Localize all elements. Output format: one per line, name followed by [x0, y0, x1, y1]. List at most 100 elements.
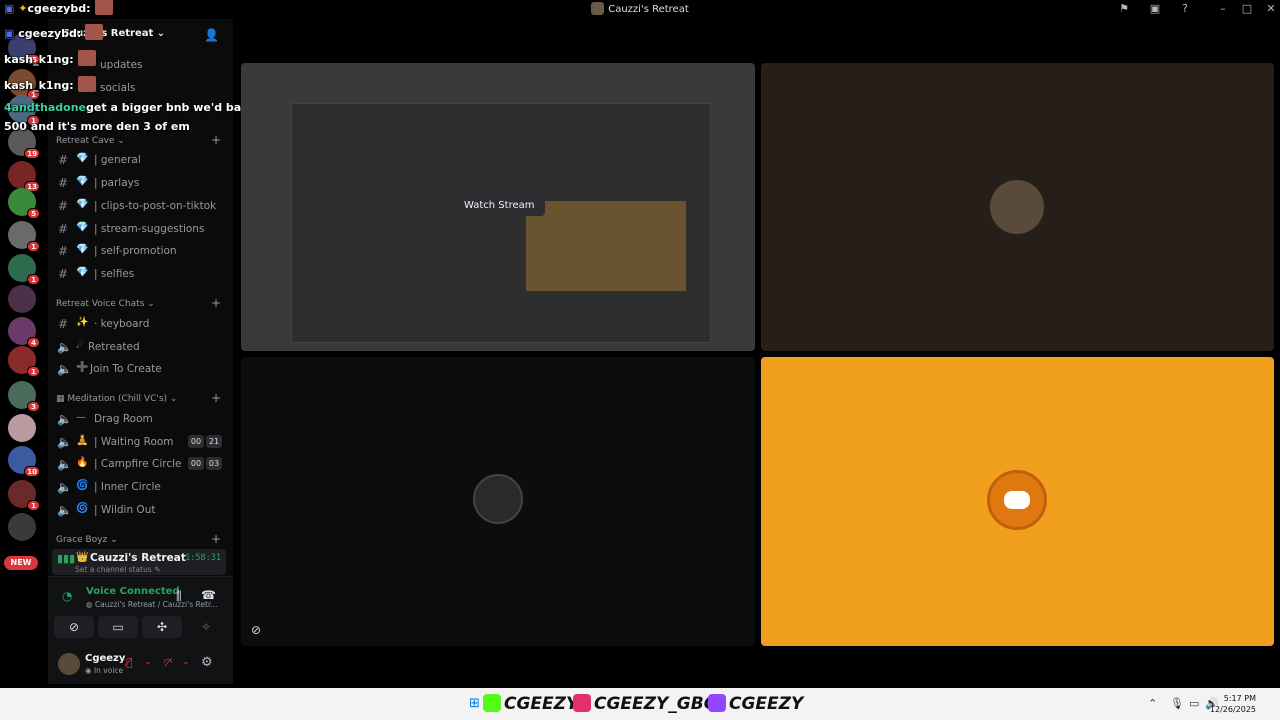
- network-icon[interactable]: ▭: [1189, 697, 1199, 710]
- channel-emoji: 💎: [76, 153, 89, 164]
- add-channel-icon[interactable]: +: [211, 296, 221, 310]
- mention-badge: 5: [27, 208, 40, 219]
- inbox-icon[interactable]: ▣: [1146, 1, 1164, 17]
- server-icon[interactable]: 1: [8, 346, 40, 377]
- gear-icon[interactable]: ⚙: [201, 655, 213, 670]
- channel-emoji: ☄: [76, 340, 85, 351]
- overlay-message: 500 and it's more den 3 of em: [4, 120, 190, 133]
- category-retreat-voice-chats[interactable]: Retreat Voice Chats ⌄: [56, 299, 155, 309]
- avatar[interactable]: [58, 653, 80, 675]
- channel-emoji: 🔥: [76, 457, 89, 468]
- participant-tile[interactable]: [761, 63, 1274, 351]
- channel-item-parlays[interactable]: # 💎 | parlays: [54, 173, 226, 193]
- help-icon[interactable]: ?: [1176, 1, 1194, 17]
- system-clock[interactable]: 5:17 PM 12/26/2025: [1210, 693, 1256, 715]
- chevron-down-icon: ⌄: [117, 136, 125, 146]
- voice-location-text: Cauzzi's Retreat / Cauzzi's Retr...: [94, 600, 218, 609]
- channel-name: Join To Create: [90, 363, 162, 375]
- chevron-down-icon: ⌄: [169, 394, 178, 404]
- mic-muted-icon[interactable]: 🎙̸: [126, 656, 133, 669]
- camera-off-button[interactable]: ⊘: [54, 616, 94, 638]
- server-icon[interactable]: 3: [8, 381, 40, 412]
- server-icon[interactable]: 1: [8, 254, 40, 285]
- close-icon[interactable]: ✕: [1262, 1, 1280, 17]
- noise-suppression-icon[interactable]: ⫼: [176, 589, 182, 604]
- channel-item-drag-room[interactable]: 🔈 — Drag Room: [54, 409, 226, 429]
- overlay-image: [94, 0, 113, 15]
- mention-badge: 3: [27, 401, 40, 412]
- participant-avatar: [987, 470, 1047, 530]
- server-icon[interactable]: 1: [8, 221, 40, 252]
- flag-icon[interactable]: ⚑: [1115, 1, 1133, 17]
- stream-tile[interactable]: Watch Stream: [241, 63, 755, 351]
- invite-people-icon[interactable]: 👤: [204, 28, 219, 42]
- channel-item-selfies[interactable]: # 💎 | selfies: [54, 264, 226, 284]
- participant-tile[interactable]: ⊘: [241, 357, 755, 646]
- add-channel-icon[interactable]: +: [211, 532, 221, 546]
- server-icon[interactable]: [8, 513, 36, 541]
- headphones-muted-icon[interactable]: ◠̸: [163, 656, 173, 669]
- server-icon[interactable]: [8, 414, 36, 442]
- chevron-down-icon[interactable]: ⌄: [144, 657, 152, 667]
- overlay-image: [77, 50, 96, 66]
- server-icon[interactable]: 1: [8, 480, 40, 511]
- username: Cgeezy: [85, 653, 126, 664]
- server-icon[interactable]: 4: [8, 317, 40, 348]
- add-channel-icon[interactable]: +: [211, 133, 221, 147]
- mention-badge: 1: [27, 241, 40, 252]
- channel-status[interactable]: Set a channel status ✎: [75, 565, 160, 574]
- category-retreat-cave[interactable]: Retreat Cave ⌄: [56, 136, 125, 146]
- voice-location[interactable]: ◍ Cauzzi's Retreat / Cauzzi's Retr...: [86, 600, 218, 609]
- category-meditation[interactable]: ▦ Meditation (Chill VC's) ⌄: [56, 394, 177, 404]
- channel-item-inner-circle[interactable]: 🔈 🌀 | Inner Circle: [54, 477, 226, 497]
- channel-item-stream-suggestions[interactable]: # 💎 | stream-suggestions: [54, 219, 226, 239]
- channel-item-cauzzis-retreat[interactable]: ▮▮▮ 👑 Cauzzi's Retreat Set a channel sta…: [52, 549, 226, 575]
- mention-badge: 1: [27, 274, 40, 285]
- activities-button[interactable]: ✣: [142, 616, 182, 638]
- chevron-up-icon[interactable]: ⌃: [1148, 697, 1157, 710]
- category-grace-boyz[interactable]: Grace Boyz ⌄: [56, 535, 118, 545]
- screen-share-button[interactable]: ▭: [98, 616, 138, 638]
- minimize-icon[interactable]: –: [1214, 1, 1232, 17]
- add-channel-icon[interactable]: +: [211, 391, 221, 405]
- overlay-text: 500 and it's more den 3 of em: [4, 120, 190, 133]
- channel-name: | stream-suggestions: [94, 223, 205, 235]
- hash-icon: #: [57, 222, 69, 236]
- channel-item-self-promotion[interactable]: # 💎 | self-promotion: [54, 241, 226, 261]
- voice-timer: 1:58:31: [185, 553, 221, 563]
- server-icon[interactable]: 10: [8, 446, 40, 477]
- user-status-text: In voice: [93, 666, 124, 675]
- window-title-text: Cauzzi's Retreat: [608, 4, 689, 15]
- speaker-icon: 🔈: [57, 480, 72, 494]
- channel-item-wildin-out[interactable]: 🔈 🌀 | Wildin Out: [54, 500, 226, 520]
- voice-panel: ◔ Voice Connected ◍ Cauzzi's Retreat / C…: [48, 576, 233, 684]
- server-icon[interactable]: 13: [8, 161, 40, 192]
- instagram-tag: CGEEZY_GBC: [573, 694, 716, 714]
- channel-item-general[interactable]: # 💎 | general: [54, 150, 226, 170]
- channel-item-clips[interactable]: # 💎 | clips-to-post-on-tiktok: [54, 196, 226, 216]
- server-icon[interactable]: [8, 285, 36, 313]
- participant-tile[interactable]: [761, 357, 1274, 646]
- voice-connected-label: Voice Connected: [86, 586, 180, 597]
- windows-start-icon[interactable]: ⊞: [469, 696, 480, 711]
- watch-stream-button[interactable]: Watch Stream: [454, 195, 545, 216]
- microphone-icon[interactable]: 🎙: [1170, 697, 1184, 710]
- voice-active-icon: ▮▮▮: [57, 552, 76, 565]
- channel-name: updates: [100, 59, 143, 71]
- soundboard-button[interactable]: ✧: [186, 616, 226, 638]
- soundboard-icon: ✧: [200, 620, 212, 634]
- channel-item-retreated[interactable]: 🔈 ☄ Retreated: [54, 337, 226, 357]
- channel-item-join-to-create[interactable]: 🔈 ➕ Join To Create: [54, 359, 226, 379]
- channel-item-keyboard[interactable]: # ✨ · keyboard: [54, 314, 226, 334]
- chevron-down-icon[interactable]: ⌄: [182, 657, 190, 667]
- server-icon[interactable]: 5: [8, 188, 40, 219]
- maximize-icon[interactable]: □: [1238, 1, 1256, 17]
- channel-item-campfire-circle[interactable]: 🔈 🔥 | Campfire Circle 00 03: [54, 454, 226, 474]
- channel-name: Drag Room: [94, 413, 153, 425]
- channel-name: | self-promotion: [94, 245, 177, 257]
- channel-item-waiting-room[interactable]: 🔈 🧘 | Waiting Room 00 21: [54, 432, 226, 452]
- speaker-icon: 🔈: [57, 362, 72, 376]
- channel-emoji: 💎: [76, 222, 89, 233]
- disconnect-icon[interactable]: ☎: [201, 588, 216, 602]
- signal-icon[interactable]: ◔: [62, 589, 72, 603]
